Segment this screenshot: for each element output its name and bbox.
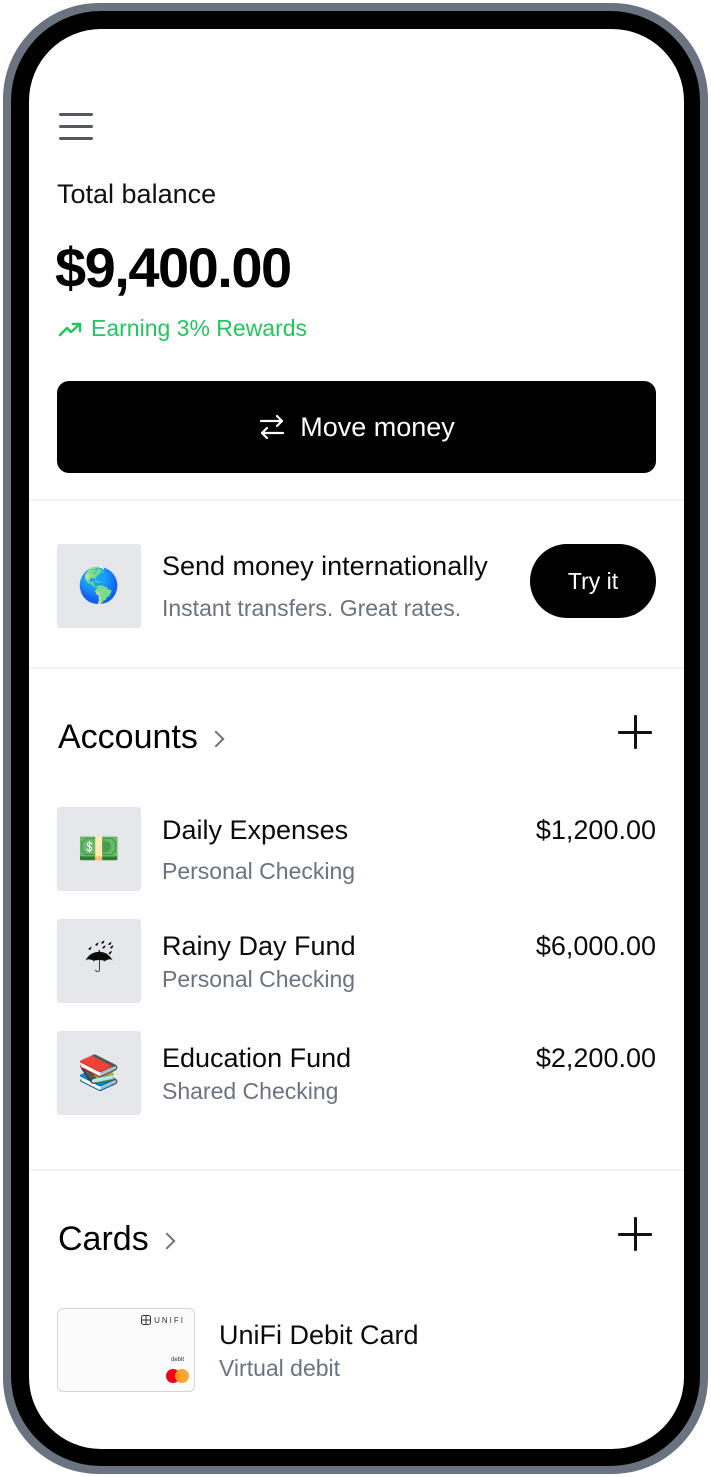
card-name[interactable]: UniFi Debit Card (219, 1320, 419, 1351)
account-type: Personal Checking (162, 966, 356, 992)
total-balance-label: Total balance (57, 179, 217, 209)
add-account-plus-icon[interactable] (618, 715, 652, 749)
rewards-badge: Earning 3% Rewards (59, 315, 307, 342)
accounts-title: Accounts (58, 718, 198, 756)
account-type: Personal Checking (162, 858, 356, 884)
card-type: Virtual debit (219, 1355, 341, 1381)
mastercard-logo-icon (175, 1369, 189, 1383)
move-money-button[interactable]: Move money (57, 381, 656, 473)
money-icon: 💵 (57, 807, 141, 891)
account-name[interactable]: Education Fund (162, 1043, 351, 1074)
divider (29, 1169, 684, 1171)
account-name[interactable]: Daily Expenses (162, 815, 348, 846)
rewards-text: Earning 3% Rewards (91, 315, 308, 341)
divider (29, 499, 684, 501)
swap-arrows-icon (260, 414, 285, 440)
cards-header-link[interactable]: Cards (58, 1220, 176, 1259)
app-screen: Total balance $9,400.00 Earning 3% Rewar… (29, 29, 684, 1449)
accounts-header-link[interactable]: Accounts (58, 718, 225, 757)
cards-title: Cards (58, 1220, 149, 1258)
books-icon: 📚 (57, 1031, 141, 1115)
unifi-logo-icon (141, 1315, 152, 1325)
card-debit-label: debit (170, 1357, 184, 1363)
intl-promo-title: Send money internationally (162, 551, 488, 581)
try-it-button[interactable]: Try it (530, 544, 656, 618)
account-amount: $1,200.00 (535, 815, 656, 845)
add-card-plus-icon[interactable] (618, 1217, 652, 1251)
divider (29, 667, 684, 669)
globe-icon: 🌎 (57, 544, 141, 628)
debit-card-thumbnail[interactable]: UNIFI debit (57, 1308, 195, 1392)
account-type: Shared Checking (162, 1078, 339, 1104)
account-amount: $2,200.00 (535, 1043, 656, 1073)
trending-up-icon (59, 322, 82, 336)
account-amount: $6,000.00 (535, 931, 656, 961)
intl-promo-subtitle: Instant transfers. Great rates. (162, 595, 462, 621)
umbrella-rain-icon: ☔ (57, 919, 141, 1003)
chevron-right-icon (207, 730, 225, 748)
total-balance-amount: $9,400.00 (55, 236, 292, 299)
chevron-right-icon (158, 1232, 176, 1250)
move-money-label: Move money (300, 411, 455, 442)
hamburger-menu-icon[interactable] (59, 113, 93, 141)
account-name[interactable]: Rainy Day Fund (162, 931, 356, 962)
card-brand-logo: UNIFI (141, 1315, 185, 1325)
